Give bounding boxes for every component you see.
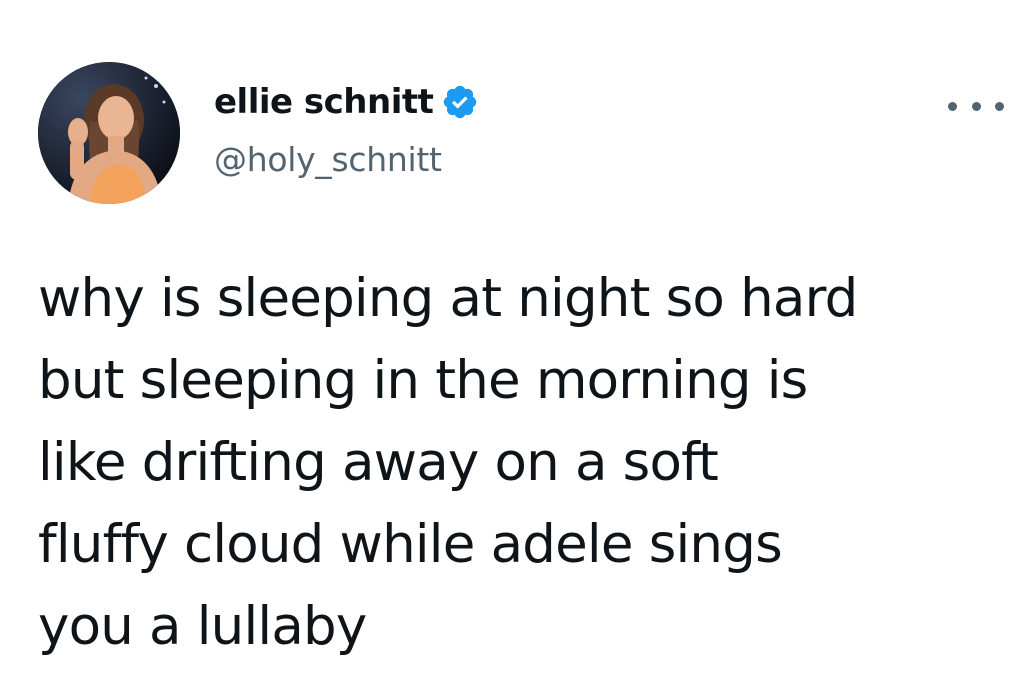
tweet-text: why is sleeping at night so hard but sle… <box>38 268 858 657</box>
tweet-card: ellie schnitt @holy_schnitt why is sleep… <box>0 0 1024 698</box>
more-options-icon[interactable] <box>948 94 1004 118</box>
dot-icon <box>948 101 957 111</box>
verified-badge-icon <box>441 83 479 121</box>
display-name[interactable]: ellie schnitt <box>214 82 434 122</box>
avatar[interactable] <box>38 62 180 204</box>
author-info: ellie schnitt @holy_schnitt <box>214 78 479 179</box>
avatar-image <box>38 62 180 204</box>
dot-icon <box>995 101 1004 111</box>
handle[interactable]: @holy_schnitt <box>214 140 479 179</box>
display-name-row: ellie schnitt <box>214 78 479 126</box>
dot-icon <box>971 101 981 111</box>
